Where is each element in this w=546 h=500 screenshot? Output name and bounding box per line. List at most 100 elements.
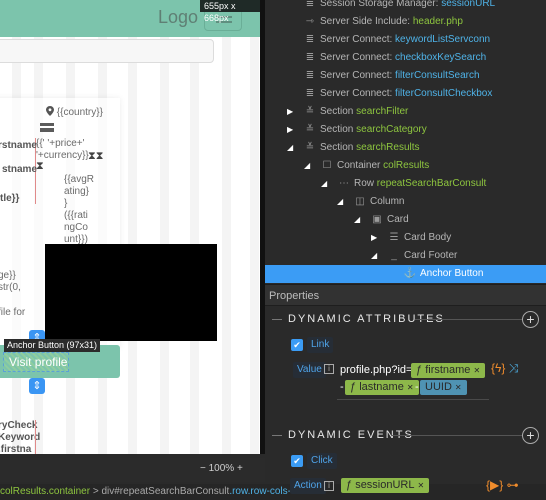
flow-icon[interactable]: ⊶ [507, 478, 519, 492]
tree-item[interactable]: ≣ Server Connect: checkboxKeySearch [265, 49, 546, 67]
map-pin-icon [46, 106, 54, 116]
lastname-chip[interactable]: ƒ lastname ✕ [345, 380, 419, 395]
database-icon: ≣ [305, 34, 315, 45]
tree-item[interactable]: ⚓ Anchor Button [265, 265, 546, 283]
add-event-button[interactable]: + [522, 427, 539, 444]
expand-arrow-icon[interactable]: ▶ [287, 121, 297, 139]
visit-profile-button[interactable]: Visit profile [3, 352, 69, 372]
tree-item-name: colResults [383, 160, 430, 171]
tree-item-name: searchResults [356, 142, 420, 153]
arrow-right-icon: ⇾ [305, 16, 315, 27]
tree-item[interactable]: ⇾ Server Side Include: header.php [265, 13, 546, 31]
section-divider [392, 435, 522, 436]
tree-item-type: Row [354, 178, 377, 189]
tree-item[interactable]: ◢ ☐ Container colResults [265, 157, 546, 175]
tree-item[interactable]: ▶ ☰ Card Body [265, 229, 546, 247]
dynamic-event-icon: {▶} [486, 478, 504, 492]
viewport-size-badge: 655px x 668px [200, 0, 260, 23]
click-label: Click [307, 453, 337, 469]
breadcrumb-classes: .row.row-cols-7 [229, 486, 297, 497]
lower-line: .firstna [0, 444, 32, 454]
value-label: Value [293, 362, 326, 378]
tree-item-type: Column [370, 196, 405, 207]
desc-line: file for [0, 307, 26, 318]
value-prefix-text[interactable]: profile.php?id= [340, 363, 412, 378]
tree-item-type: Container [337, 160, 384, 171]
tree-item[interactable]: ◢ ◫ Column [265, 193, 546, 211]
tree-item[interactable]: ≣ Server Connect: filterConsultCheckbox [265, 85, 546, 103]
tree-item-type: Server Connect: [320, 52, 396, 63]
tree-item-type: Card Footer [404, 250, 458, 261]
info-icon[interactable]: i [324, 481, 334, 491]
tree-item[interactable]: ◢ ▣ Card [265, 211, 546, 229]
tree-item-name: header.php [412, 16, 463, 27]
chip-text: sessionURL [355, 479, 415, 491]
column-guide [35, 420, 36, 454]
expand-arrow-icon[interactable]: ▶ [287, 103, 297, 121]
collapse-arrow-icon[interactable]: ◢ [354, 211, 364, 229]
tree-item-content: ≣ Server Connect: filterConsultCheckbox [303, 85, 493, 103]
click-checkbox[interactable]: ✔ [291, 455, 303, 467]
tree-item-content: ≣ Server Connect: filterConsultSearch [303, 67, 480, 85]
zoom-in-button[interactable]: + [237, 463, 243, 474]
tree-item[interactable]: ▶ ≚ Section searchCategory [265, 121, 546, 139]
remove-chip-icon[interactable]: ✕ [455, 383, 462, 392]
firstname-chip[interactable]: ƒ firstname ✕ [411, 363, 486, 378]
price-text: {{' '+price+' '+currency}} [36, 138, 89, 161]
action-picker-button[interactable]: {▶} ⊶ [486, 478, 519, 493]
remove-chip-icon[interactable]: ✕ [407, 383, 414, 392]
tree-item-type: Card Body [404, 232, 452, 243]
link-checkbox[interactable]: ✔ [291, 339, 303, 351]
collapse-arrow-icon[interactable]: ◢ [337, 193, 347, 211]
design-canvas[interactable]: Logo 655px x 668px {{country}} {{' '+pri… [0, 0, 260, 454]
tree-item-content: ≚ Section searchFilter [303, 103, 409, 121]
breadcrumb-item[interactable]: colResults.container [0, 486, 90, 497]
tree-item-content: _ Card Footer [387, 247, 457, 265]
search-input[interactable] [0, 39, 214, 63]
tree-item[interactable]: ◢ _ Card Footer [265, 247, 546, 265]
shuffle-icon[interactable]: ⤨ [509, 361, 519, 375]
session-url-chip[interactable]: ƒ sessionURL ✕ [341, 478, 430, 493]
remove-chip-icon[interactable]: ✕ [473, 366, 480, 375]
tree-item[interactable]: ◢ ≚ Section searchResults [265, 139, 546, 157]
add-attribute-button[interactable]: + [522, 311, 539, 328]
dynamic-data-button[interactable]: {ϟ} ⤨ [491, 361, 518, 376]
section-divider [415, 319, 522, 320]
collapse-arrow-icon[interactable]: ◢ [371, 247, 381, 265]
tree-item-type: Anchor Button [420, 268, 484, 279]
database-icon: ≣ [305, 52, 315, 63]
expand-arrow-icon[interactable]: ▶ [371, 229, 381, 247]
zoom-level: 100% [208, 463, 235, 474]
breadcrumb-item[interactable]: div#repeatSearchBarConsult [101, 486, 229, 497]
collapse-arrow-icon[interactable]: ◢ [287, 139, 297, 157]
tree-item[interactable]: ◢ ⋯ Row repeatSearchBarConsult [265, 175, 546, 193]
tree-item-content: ≣ Session Storage Manager: sessionURL [303, 0, 495, 13]
rating-line: ating} [64, 186, 90, 197]
right-panel: ≣ Session Storage Manager: sessionURL ⇾ Ser… [265, 0, 546, 494]
collapse-arrow-icon[interactable]: ◢ [304, 157, 314, 175]
uuid-chip[interactable]: UUID ✕ [420, 380, 467, 395]
rating-line: {{avgR [64, 174, 95, 185]
hourglass-icon: ⧗⧗ [88, 150, 104, 162]
tree-item-content: ≣ Server Connect: checkboxKeySearch [303, 49, 486, 67]
credit-card-icon [40, 123, 54, 132]
card-icon: ▣ [372, 214, 382, 225]
chip-text: lastname [359, 381, 404, 393]
chip-text: UUID [425, 381, 452, 393]
hourglass-icon: ⧗ [36, 160, 44, 172]
tree-item-name: filterConsultCheckbox [395, 88, 493, 99]
tree-item[interactable]: ≣ Server Connect: keywordListServconn [265, 31, 546, 49]
tree-item[interactable]: ≣ Server Connect: filterConsultSearch [265, 67, 546, 85]
title-label: tle}} [0, 193, 20, 204]
tree-item-type: Card [387, 214, 409, 225]
move-down-handle[interactable]: ⇕ [29, 378, 45, 394]
info-icon[interactable]: i [324, 364, 334, 374]
tree-item-name: filterConsultSearch [395, 70, 480, 81]
collapse-arrow-icon[interactable]: ◢ [321, 175, 331, 193]
tree-item[interactable]: ≣ Session Storage Manager: sessionURL [265, 0, 546, 13]
remove-chip-icon[interactable]: ✕ [418, 481, 425, 490]
tree-item[interactable]: ▶ ≚ Section searchFilter [265, 103, 546, 121]
tree-item-type: Server Side Include: [320, 16, 413, 27]
zoom-out-button[interactable]: − [200, 463, 206, 474]
rating-line: ({{rati [64, 210, 88, 221]
